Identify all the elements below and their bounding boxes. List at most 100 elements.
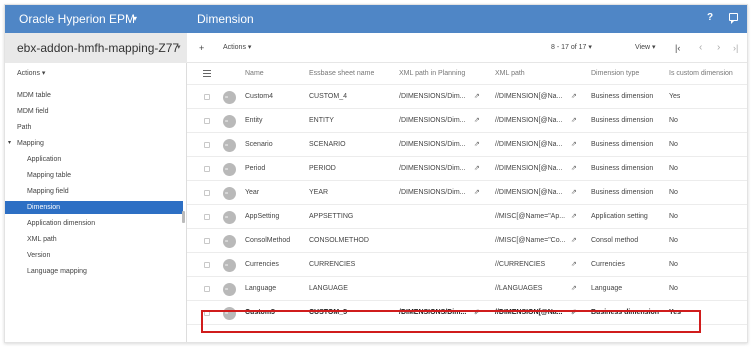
table-row[interactable]: AppSetting APPSETTING //MISC[@Name="Ap... ⇗… <box>187 205 747 229</box>
table-row[interactable]: ConsolMethod CONSOLMETHOD //MISC[@Name="Co… <box>187 229 747 253</box>
open-link-icon[interactable]: ⇗ <box>474 133 480 157</box>
add-button[interactable]: + <box>199 33 204 63</box>
cell-xml-path-planning: /DIMENSIONS/Dim... <box>399 93 466 100</box>
column-header-is-custom[interactable]: Is custom dimension <box>669 63 733 84</box>
cell-is-custom: No <box>669 213 678 220</box>
sidebar-item-label: MDM field <box>17 108 49 115</box>
sidebar-item-label: Dimension <box>27 204 61 211</box>
row-checkbox[interactable] <box>204 214 210 220</box>
column-header-xml-path[interactable]: XML path <box>495 63 525 84</box>
sidebar-item-label: Application <box>27 156 62 163</box>
open-link-icon[interactable]: ⇗ <box>571 85 577 109</box>
column-header-dimension-type[interactable]: Dimension type <box>591 63 639 84</box>
cell-xml-path-planning <box>399 253 469 276</box>
sidebar-item-xml-path[interactable]: XML path <box>5 233 183 246</box>
sidebar-item-mdm-table[interactable]: MDM table <box>5 89 183 102</box>
row-actions-icon[interactable] <box>223 139 236 152</box>
row-actions-icon[interactable] <box>223 91 236 104</box>
sidebar-item-mapping-field[interactable]: Mapping field <box>5 185 183 198</box>
column-header-essbase-sheet[interactable]: Essbase sheet name <box>309 63 374 84</box>
chat-icon[interactable] <box>729 13 738 24</box>
column-header-xml-path-planning[interactable]: XML path in Planning <box>399 63 465 84</box>
sidebar-actions-menu[interactable]: Actions ▾ <box>17 69 45 77</box>
sidebar-item-version[interactable]: Version <box>5 249 183 262</box>
sidebar-item-mapping-table[interactable]: Mapping table <box>5 169 183 182</box>
pagination-selector[interactable]: 8 - 17 of 17 ▾ <box>551 33 592 63</box>
open-link-icon[interactable]: ⇗ <box>571 253 577 277</box>
open-link-icon[interactable]: ⇗ <box>474 85 480 109</box>
chevron-down-icon: ▾ <box>177 44 181 51</box>
cell-essbase-sheet: LANGUAGE <box>309 285 348 292</box>
cell-name: Year <box>245 189 260 196</box>
next-page-icon[interactable]: › <box>717 33 720 63</box>
cell-xml-path: //MISC[@Name="Co... <box>495 237 566 244</box>
cell-is-custom: No <box>669 165 678 172</box>
open-link-icon[interactable]: ⇗ <box>571 157 577 181</box>
cell-xml-path: //CURRENCIES <box>495 261 546 268</box>
table-row[interactable]: Language LANGUAGE //LANGUAGES ⇗ Language No <box>187 277 747 301</box>
last-page-icon[interactable]: ›| <box>733 33 738 63</box>
row-checkbox[interactable] <box>204 142 210 148</box>
sidebar-item-label: Path <box>17 124 32 131</box>
help-icon[interactable]: ? <box>707 12 713 23</box>
cell-xml-path: //DIMENSION[@Na... <box>495 165 563 172</box>
row-checkbox[interactable] <box>204 166 210 172</box>
expand-caret-icon[interactable]: ▾ <box>8 137 11 150</box>
table-row[interactable]: Entity ENTITY/DIMENSIONS/Dim... ⇗ //DIMENSI… <box>187 109 747 133</box>
column-menu-icon[interactable] <box>203 70 211 77</box>
sidebar-item-label: Mapping field <box>27 188 69 195</box>
sidebar-item-mdm-field[interactable]: MDM field <box>5 105 183 118</box>
row-checkbox[interactable] <box>204 118 210 124</box>
sidebar-item-label: Mapping <box>17 140 44 147</box>
open-link-icon[interactable]: ⇗ <box>571 133 577 157</box>
cell-name: Custom4 <box>245 93 274 100</box>
row-checkbox[interactable] <box>204 262 210 268</box>
open-link-icon[interactable]: ⇗ <box>474 181 480 205</box>
open-link-icon[interactable]: ⇗ <box>571 277 577 301</box>
sidebar-item-path[interactable]: Path <box>5 121 183 134</box>
row-checkbox[interactable] <box>204 286 210 292</box>
table-row[interactable]: Scenario SCENARIO/DIMENSIONS/Dim... ⇗ //DIM… <box>187 133 747 157</box>
sidebar-item-dimension[interactable]: Dimension <box>5 201 183 214</box>
row-actions-icon[interactable] <box>223 259 236 272</box>
cell-name: AppSetting <box>245 213 280 220</box>
cell-xml-path-planning <box>399 277 469 300</box>
sidebar-scrollbar[interactable] <box>182 211 185 223</box>
row-actions-icon[interactable] <box>223 187 236 200</box>
table-row[interactable]: Period PERIOD/DIMENSIONS/Dim... ⇗ //DIMENSI… <box>187 157 747 181</box>
sidebar-item-application-dimension[interactable]: Application dimension <box>5 217 183 230</box>
sidebar-item-application[interactable]: Application <box>5 153 183 166</box>
open-link-icon[interactable]: ⇗ <box>474 157 480 181</box>
open-link-icon[interactable]: ⇗ <box>571 181 577 205</box>
view-menu-button[interactable]: View ▾ <box>635 33 656 63</box>
sidebar-item-mapping[interactable]: ▾ Mapping <box>5 137 183 150</box>
cell-is-custom: No <box>669 261 678 268</box>
table-row[interactable]: Custom4 CUSTOM_4/DIMENSIONS/Dim... ⇗ //DIME… <box>187 85 747 109</box>
row-actions-icon[interactable] <box>223 235 236 248</box>
prev-page-icon[interactable]: ‹ <box>699 33 702 63</box>
cell-xml-path: //DIMENSION[@Na... <box>495 117 563 124</box>
row-actions-icon[interactable] <box>223 211 236 224</box>
cell-essbase-sheet: APPSETTING <box>309 213 354 220</box>
actions-menu-button[interactable]: Actions ▾ <box>223 33 251 63</box>
open-link-icon[interactable]: ⇗ <box>571 205 577 229</box>
table-row[interactable]: Currencies CURRENCIES //CURRENCIES ⇗ Currenc… <box>187 253 747 277</box>
first-page-icon[interactable]: |‹ <box>675 33 680 63</box>
app-menu-caret-icon[interactable]: ▾ <box>133 5 137 33</box>
row-checkbox[interactable] <box>204 94 210 100</box>
cell-essbase-sheet: PERIOD <box>309 165 336 172</box>
row-checkbox[interactable] <box>204 238 210 244</box>
dataspace-selector[interactable]: ebx-addon-hmfh-mapping-Z77 ▾ <box>5 33 187 63</box>
row-actions-icon[interactable] <box>223 115 236 128</box>
row-checkbox[interactable] <box>204 190 210 196</box>
app-title[interactable]: Oracle Hyperion EPM <box>19 5 135 33</box>
row-actions-icon[interactable] <box>223 283 236 296</box>
row-actions-icon[interactable] <box>223 163 236 176</box>
table-row[interactable]: Year YEAR/DIMENSIONS/Dim... ⇗ //DIMENSION[@… <box>187 181 747 205</box>
sidebar-item-language-mapping[interactable]: Language mapping <box>5 265 183 278</box>
cell-xml-path-planning: /DIMENSIONS/Dim... <box>399 189 466 196</box>
open-link-icon[interactable]: ⇗ <box>571 109 577 133</box>
open-link-icon[interactable]: ⇗ <box>571 229 577 253</box>
column-header-name[interactable]: Name <box>245 63 264 84</box>
open-link-icon[interactable]: ⇗ <box>474 109 480 133</box>
